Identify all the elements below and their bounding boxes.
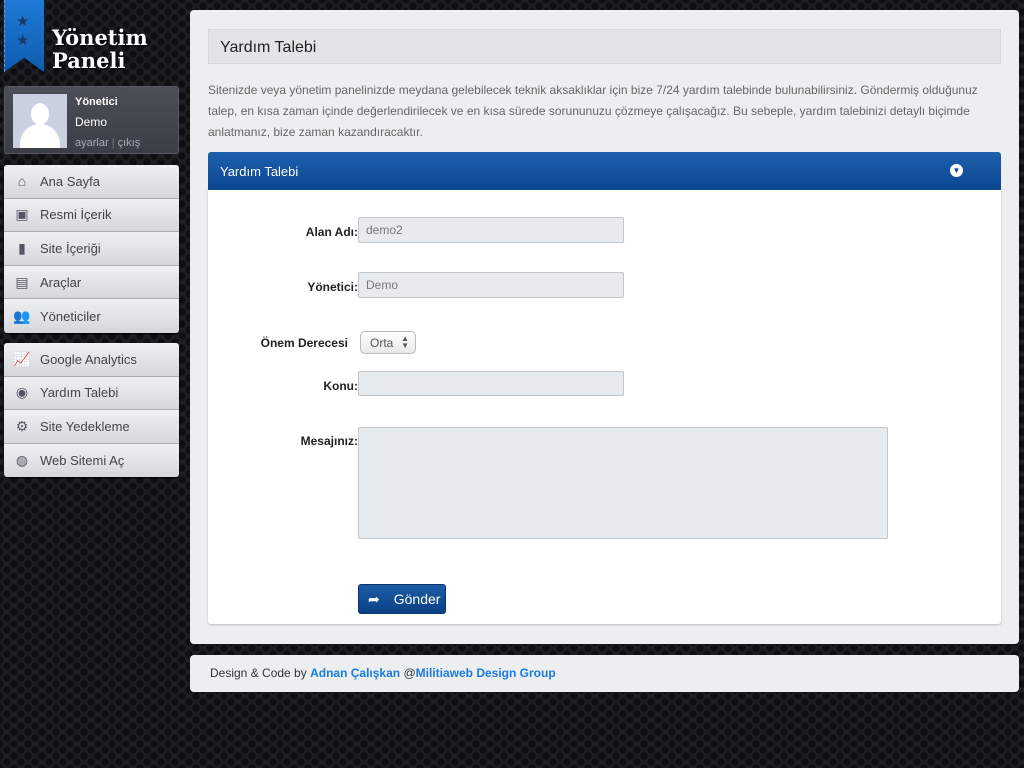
logo-title[interactable]: Yönetim Paneli — [52, 26, 148, 72]
sidebar-item-label: Web Sitemi Aç — [40, 453, 125, 469]
sidebar-item-backup[interactable]: ⚙ Site Yedekleme — [4, 410, 179, 444]
submit-button[interactable]: ➦ Gönder — [358, 584, 446, 614]
sidebar-item-tools[interactable]: ▤ Araçlar — [4, 265, 179, 300]
group-link[interactable]: Militiaweb Design Group — [416, 666, 556, 680]
author-link[interactable]: Adnan Çalışkan — [310, 666, 400, 680]
sidebar-item-home[interactable]: ⌂ Ana Sayfa — [4, 165, 179, 199]
chevron-down-icon[interactable]: ▼ — [950, 164, 963, 177]
sidebar-item-label: Google Analytics — [40, 351, 137, 367]
domain-field[interactable] — [358, 217, 624, 243]
priority-label: Önem Derecesi — [260, 336, 348, 350]
sidebar-item-analytics[interactable]: 📈 Google Analytics — [4, 343, 179, 377]
sidebar-item-admins[interactable]: 👥 Yöneticiler — [4, 299, 179, 333]
priority-value: Orta — [370, 336, 394, 350]
settings-link[interactable]: ayarlar — [75, 137, 109, 149]
home-icon: ⌂ — [17, 173, 27, 190]
message-textarea[interactable] — [358, 427, 888, 539]
logo-line1: Yönetim — [52, 25, 148, 50]
sidebar-item-label: Resmi İçerik — [40, 207, 112, 223]
share-arrow-icon: ➦ — [368, 590, 380, 607]
sidebar-item-official-content[interactable]: ▣ Resmi İçerik — [4, 198, 179, 233]
chart-icon: 📈 — [13, 350, 31, 367]
page-title: Yardım Talebi — [208, 29, 1001, 64]
star-icon: ★ — [16, 32, 30, 49]
separator: | — [111, 137, 115, 149]
form-panel-title: Yardım Talebi — [220, 164, 299, 179]
form-panel-header: Yardım Talebi ▼ — [208, 152, 1001, 190]
user-box: Yönetici Demo ayarlar | çıkış — [4, 86, 179, 154]
sidebar-item-open-site[interactable]: ◍ Web Sitemi Aç — [4, 443, 179, 478]
priority-select[interactable]: Orta ▲ ▼ — [360, 331, 416, 354]
user-name: Demo — [75, 115, 108, 129]
sidebar-item-label: Site Yedekleme — [40, 418, 130, 434]
sidebar-item-site-content[interactable]: ▮ Site İçeriği — [4, 232, 179, 266]
message-label: Mesajınız: — [300, 434, 358, 448]
sidebar-item-label: Yöneticiler — [40, 308, 101, 324]
select-arrows-icon: ▲ ▼ — [401, 334, 409, 350]
sidebar-item-label: Yardım Talebi — [40, 385, 119, 401]
submit-label: Gönder — [393, 591, 441, 607]
main-panel: Yardım Talebi Sitenizde veya yönetim pan… — [190, 10, 1019, 644]
globe-icon: ◍ — [15, 452, 29, 469]
document-icon: ▮ — [18, 239, 26, 256]
sidebar-item-label: Araçlar — [40, 274, 82, 290]
admin-label: Yönetici: — [307, 280, 358, 294]
admin-field[interactable] — [358, 272, 624, 298]
page-description: Sitenizde veya yönetim panelinizde meyda… — [208, 83, 978, 139]
sidebar-menu-main: ⌂ Ana Sayfa ▣ Resmi İçerik ▮ Site İçeriği ▤… — [4, 165, 179, 333]
sidebar-item-label: Site İçeriği — [40, 240, 101, 256]
footer-prefix: Design & Code by — [210, 666, 307, 680]
user-role: Yönetici — [75, 96, 118, 108]
domain-label: Alan Adı: — [305, 225, 358, 239]
avatar — [13, 94, 67, 148]
sidebar-menu-extra: 📈 Google Analytics ◉ Yardım Talebi ⚙ Site Y… — [4, 343, 179, 478]
star-icon: ★ — [16, 13, 30, 30]
users-icon: 👥 — [13, 307, 31, 324]
lifebuoy-icon: ◉ — [15, 384, 29, 401]
logo-line2: Paneli — [52, 48, 126, 73]
gears-icon: ⚙ — [15, 417, 29, 434]
image-icon: ▤ — [15, 273, 29, 290]
footer-at: @ — [403, 666, 416, 680]
logout-link[interactable]: çıkış — [118, 137, 141, 149]
pdf-icon: ▣ — [15, 206, 29, 223]
subject-field[interactable] — [358, 371, 624, 396]
user-links: ayarlar | çıkış — [75, 137, 140, 149]
sidebar-item-support[interactable]: ◉ Yardım Talebi — [4, 376, 179, 411]
sidebar-item-label: Ana Sayfa — [40, 173, 100, 189]
support-form: Alan Adı: Yönetici: Önem Derecesi Orta ▲▼… — [208, 190, 1001, 624]
footer: Design & Code by Adnan Çalışkan @Militia… — [190, 655, 1019, 692]
subject-label: Konu: — [323, 379, 358, 393]
